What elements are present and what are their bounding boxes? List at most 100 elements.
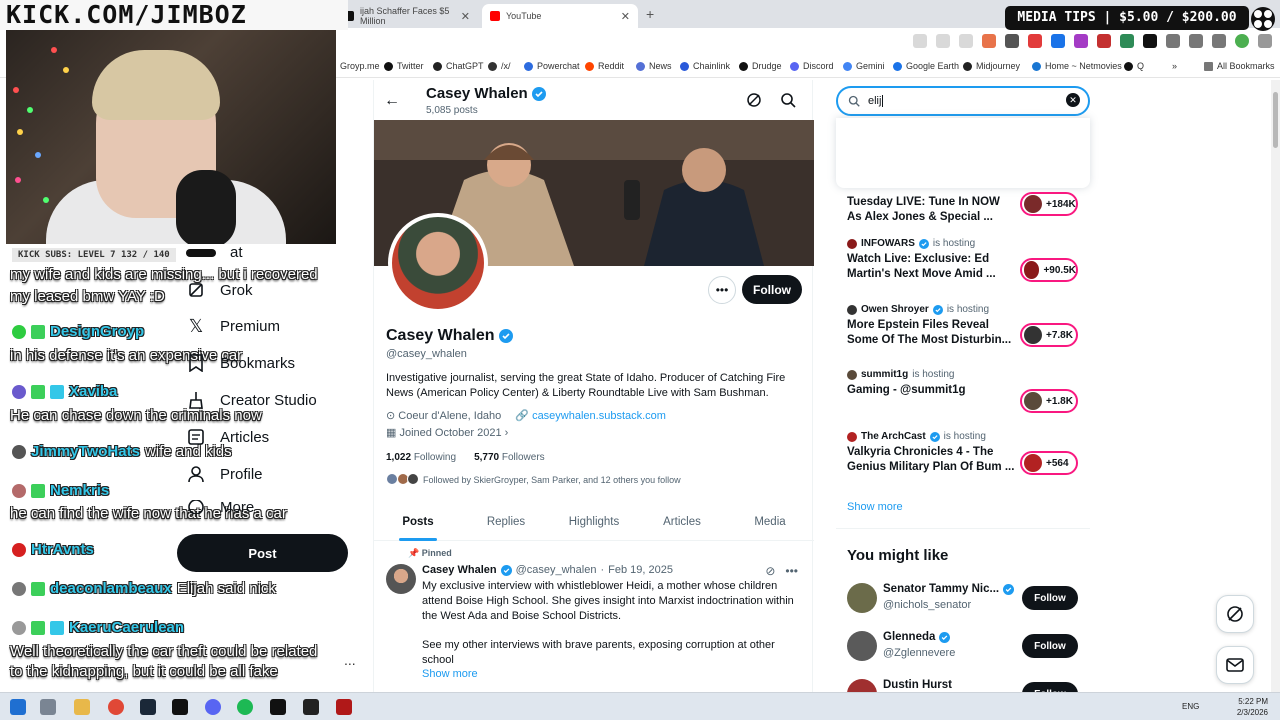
live-item[interactable]: Owen Shroyer is hosting More Epstein Fil… [847, 304, 1082, 348]
extension-icon[interactable] [982, 34, 996, 48]
bookmark-item[interactable]: Reddit [585, 61, 624, 71]
bookmark-item[interactable]: Chainlink [680, 61, 730, 71]
bookmark-item[interactable]: Home ~ Netmovies [1032, 61, 1122, 71]
search-icon[interactable] [780, 92, 796, 108]
account-menu-icon[interactable]: ... [344, 652, 356, 668]
grok-icon[interactable] [746, 92, 762, 108]
extension-icon[interactable] [1005, 34, 1019, 48]
live-item[interactable]: INFOWARS is hosting Watch Live: Exclusiv… [847, 238, 1082, 282]
bookmark-item[interactable]: /x/ [488, 61, 511, 71]
extension-icon[interactable] [1097, 34, 1111, 48]
clear-search-icon[interactable]: ✕ [1066, 93, 1080, 107]
nav-item-articles[interactable]: Articles [186, 427, 269, 447]
back-arrow-icon[interactable]: ← [384, 92, 400, 110]
grok-icon[interactable]: ⊘ [765, 564, 775, 578]
install-icon[interactable] [936, 34, 950, 48]
app-icon[interactable] [336, 699, 352, 715]
bookmark-item[interactable]: Groyp.me [340, 61, 380, 71]
website-link[interactable]: caseywhalen.substack.com [532, 410, 666, 422]
system-clock[interactable]: 5:22 PM 2/3/2026 [1237, 696, 1268, 718]
scrollbar-thumb[interactable] [1273, 92, 1278, 148]
new-tab-button[interactable]: + [646, 6, 654, 22]
all-bookmarks[interactable]: All Bookmarks [1204, 61, 1275, 71]
show-more-link[interactable]: Show more [422, 668, 478, 680]
follow-button[interactable]: Follow [1022, 682, 1078, 692]
suggested-user[interactable]: Glenneda @Zglennevere Follow [847, 631, 1082, 665]
tab-replies[interactable]: Replies [462, 505, 550, 540]
suggested-user[interactable]: Dustin Hurst Follow [847, 679, 1082, 692]
live-item[interactable]: summit1g is hosting Gaming - @summit1g +… [847, 369, 1082, 413]
extension-icon[interactable] [1051, 34, 1065, 48]
start-icon[interactable] [10, 699, 26, 715]
extension-icon[interactable] [1028, 34, 1042, 48]
live-listeners-pill[interactable]: +564 [1020, 451, 1078, 475]
task-view-icon[interactable] [40, 699, 56, 715]
puzzle-icon[interactable] [1166, 34, 1180, 48]
app-icon[interactable] [172, 699, 188, 715]
live-listeners-pill[interactable]: +7.8K [1020, 323, 1078, 347]
nav-item-profile[interactable]: Profile [186, 464, 263, 484]
show-more-live-link[interactable]: Show more [847, 501, 903, 513]
file-explorer-icon[interactable] [74, 699, 90, 715]
steam-icon[interactable] [140, 699, 156, 715]
browser-tab-active[interactable]: YouTube ✕ [482, 4, 638, 28]
bookmark-item[interactable]: News [636, 61, 672, 71]
tab-close-icon[interactable]: ✕ [621, 10, 630, 23]
follow-button[interactable]: Follow [742, 275, 802, 304]
bookmark-item[interactable]: Drudge [739, 61, 782, 71]
profile-joined[interactable]: ▦ Joined October 2021 › [386, 426, 508, 439]
profile-more-button[interactable]: ••• [708, 276, 736, 304]
nav-item-grok[interactable]: Grok [186, 280, 253, 300]
app-icon[interactable] [303, 699, 319, 715]
browser-tab[interactable]: ijah Schaffer Faces $5 Million ✕ [336, 4, 478, 28]
profile-avatar[interactable] [388, 213, 488, 313]
suggested-user[interactable]: Senator Tammy Nic... @nichols_senator Fo… [847, 583, 1082, 617]
tab-posts[interactable]: Posts [374, 505, 462, 541]
tab-highlights[interactable]: Highlights [550, 505, 638, 540]
live-item[interactable]: The ArchCast is hosting Valkyria Chronic… [847, 431, 1082, 475]
tab-close-icon[interactable]: ✕ [461, 10, 470, 23]
bookmark-item[interactable]: Powerchat [524, 61, 580, 71]
bookmarks-overflow-icon[interactable]: » [1172, 61, 1177, 71]
zoom-icon[interactable] [913, 34, 927, 48]
bookmark-item[interactable]: Q [1124, 61, 1144, 71]
app-icon[interactable] [270, 699, 286, 715]
media-icon[interactable] [1189, 34, 1203, 48]
extension-icon[interactable] [1120, 34, 1134, 48]
followed-by-row[interactable]: Followed by SkierGroyper, Sam Parker, an… [386, 473, 681, 487]
nav-item-premium[interactable]: 𝕏 Premium [186, 316, 280, 336]
bookmark-item[interactable]: Twitter [384, 61, 424, 71]
follow-button[interactable]: Follow [1022, 586, 1078, 610]
profile-avatar-icon[interactable] [1235, 34, 1249, 48]
nav-item-creator-studio[interactable]: Creator Studio [186, 390, 317, 410]
follow-button[interactable]: Follow [1022, 634, 1078, 658]
nav-item-partial[interactable]: at [186, 244, 243, 261]
extension-icon[interactable] [1074, 34, 1088, 48]
live-listeners-pill[interactable]: +90.5K [1020, 258, 1078, 282]
messages-fab[interactable] [1216, 646, 1254, 684]
post-button[interactable]: Post [177, 534, 348, 572]
search-field[interactable]: elij [836, 86, 1090, 116]
nav-item-bookmarks[interactable]: Bookmarks [186, 353, 295, 373]
search-input[interactable]: elij [868, 95, 881, 107]
spotify-icon[interactable] [237, 699, 253, 715]
menu-icon[interactable] [1212, 34, 1226, 48]
tab-articles[interactable]: Articles [638, 505, 726, 540]
tab-media[interactable]: Media [726, 505, 814, 540]
live-listeners-pill[interactable]: +1.8K [1020, 389, 1078, 413]
discord-icon[interactable] [205, 699, 221, 715]
chrome-icon[interactable] [108, 699, 124, 715]
post-author-name[interactable]: Casey Whalen [422, 564, 497, 576]
following-link[interactable]: 1,022 Following [386, 452, 456, 463]
nav-item-more[interactable]: More [186, 500, 254, 514]
kebab-menu-icon[interactable] [1258, 34, 1272, 48]
bookmark-item[interactable]: Discord [790, 61, 834, 71]
post-date[interactable]: Feb 19, 2025 [608, 564, 673, 576]
followers-link[interactable]: 5,770 Followers [474, 452, 545, 463]
live-item[interactable]: Tuesday LIVE: Tune In NOW As Alex Jones … [847, 192, 1082, 225]
more-icon[interactable]: ••• [785, 564, 798, 578]
live-listeners-pill[interactable]: +184K [1020, 192, 1078, 216]
bookmark-item[interactable]: Midjourney [963, 61, 1020, 71]
grok-fab[interactable] [1216, 595, 1254, 633]
post-author-avatar[interactable] [386, 564, 416, 594]
